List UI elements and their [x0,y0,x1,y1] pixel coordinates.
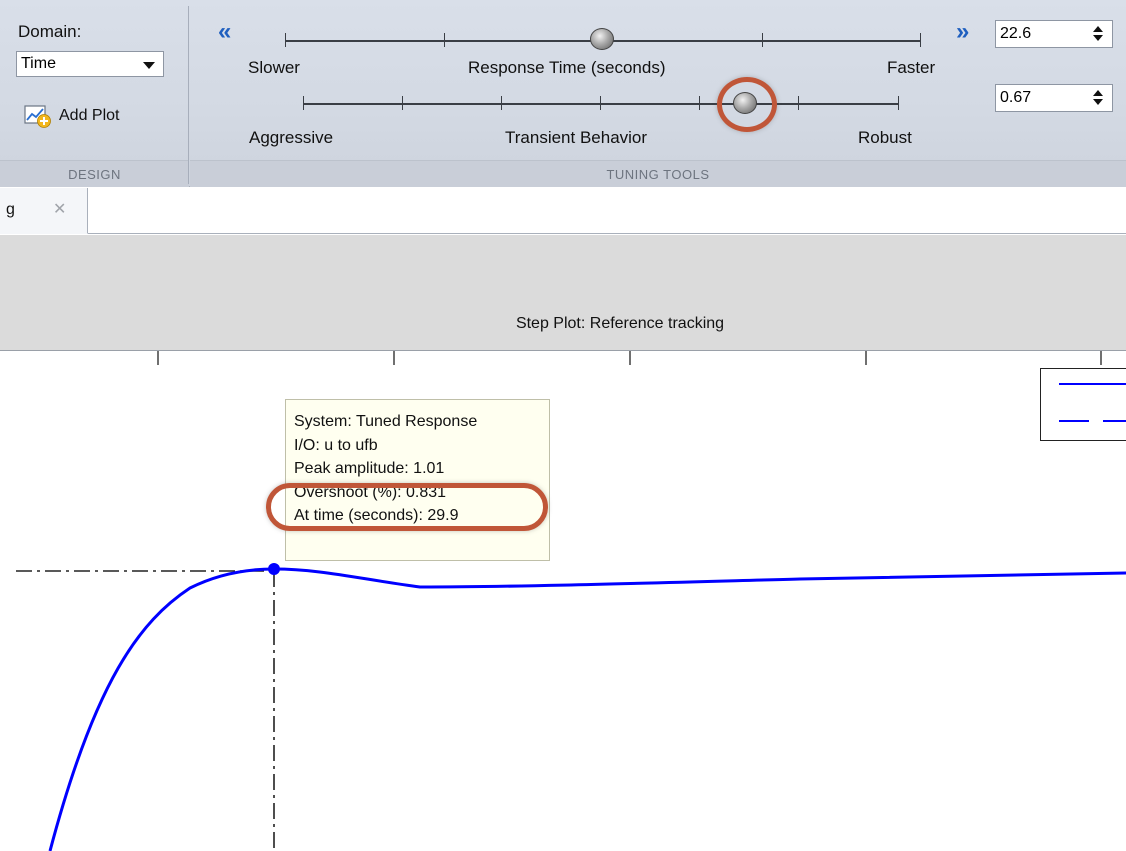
slider-tick [402,96,403,110]
chevron-down-icon [143,62,155,69]
transient-behavior-value: 0.67 [1000,89,1032,106]
overshoot-highlight-ring [266,483,548,531]
slider-tick [600,96,601,110]
data-tip[interactable]: System: Tuned Response I/O: u to ufb Pea… [285,399,550,561]
tuning-tools-section-label: TUNING TOOLS [190,160,1126,187]
slider-tick [920,33,921,47]
spin-down-icon[interactable] [1093,35,1103,41]
aggressive-label: Aggressive [249,128,334,147]
close-icon[interactable]: ✕ [53,199,66,219]
add-plot-label: Add Plot [59,107,120,124]
plot-title: Step Plot: Reference tracking [515,315,725,332]
response-time-value: 22.6 [1000,25,1032,42]
transient-behavior-spinner[interactable]: 0.67 [995,84,1113,112]
plot-legend[interactable] [1040,368,1126,441]
response-time-label: Response Time (seconds) [468,58,666,77]
section-divider [188,6,189,184]
design-section: Domain: Time Add Plot DESIGN [0,0,189,187]
datatip-system: System: Tuned Response [294,413,478,430]
tuned-response-curve[interactable] [48,567,1126,851]
slider-tick [444,33,445,47]
step-plot-axes[interactable] [0,351,1126,851]
spin-down-icon[interactable] [1093,99,1103,105]
transient-behavior-label: Transient Behavior [505,128,648,147]
slider-tick [798,96,799,110]
spin-up-icon[interactable] [1093,26,1103,32]
response-time-spinner[interactable]: 22.6 [995,20,1113,48]
response-time-slider-thumb[interactable] [590,28,614,50]
slider-tick [762,33,763,47]
slider-tick [285,33,286,47]
toolstrip: Domain: Time Add Plot DESIGN « » Slower … [0,0,1126,187]
robust-label: Robust [858,128,912,147]
document-tab-label: g [6,201,15,218]
add-plot-icon [24,105,51,128]
datatip-peak-amplitude: Peak amplitude: 1.01 [294,460,445,477]
slider-tick [303,96,304,110]
highlight-ring [717,77,777,132]
plot-header: Step Plot: Reference tracking [0,235,1126,351]
slider-tick [898,96,899,110]
domain-dropdown[interactable]: Time [16,51,164,77]
tuning-tools-section: « » Slower Response Time (seconds) Faste… [190,0,1126,187]
document-tab-bar: g ✕ [0,188,1126,234]
add-plot-button[interactable]: Add Plot [24,101,164,131]
document-tab[interactable]: g ✕ [0,188,88,234]
datatip-io: I/O: u to ufb [294,436,378,454]
slider-tick [501,96,502,110]
domain-dropdown-value: Time [21,55,56,72]
slower-label: Slower [248,58,300,77]
spin-up-icon[interactable] [1093,90,1103,96]
peak-marker[interactable] [268,563,280,575]
faster-arrow-icon[interactable]: » [956,20,969,44]
design-section-label: DESIGN [0,160,189,187]
legend-swatches [1059,383,1126,422]
slider-tick [699,96,700,110]
slower-arrow-icon[interactable]: « [218,20,231,44]
domain-label: Domain: [18,22,82,41]
faster-label: Faster [887,58,936,77]
